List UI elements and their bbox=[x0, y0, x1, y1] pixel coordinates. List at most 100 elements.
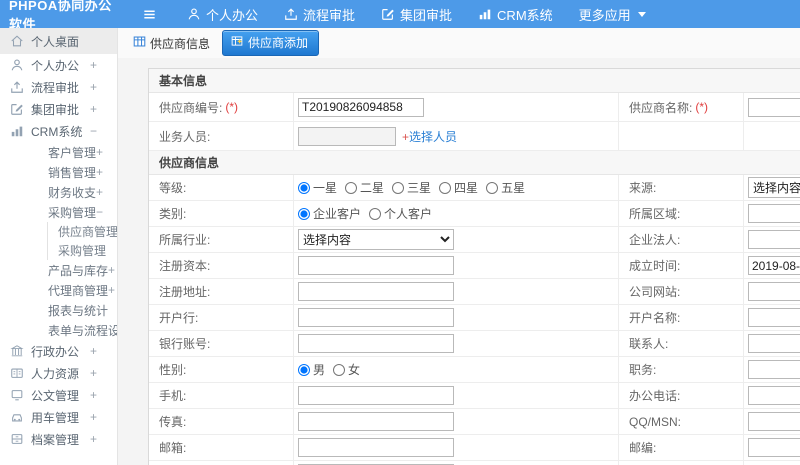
choose-person-link[interactable]: +选择人员 bbox=[402, 128, 457, 145]
sidebar-item-purchase-mgmt[interactable]: 采购管理 bbox=[47, 241, 117, 260]
topnav-label: 流程审批 bbox=[303, 7, 356, 23]
founded-date-input[interactable] bbox=[748, 256, 800, 275]
field-label: 类别: bbox=[149, 201, 294, 226]
category-radio-option[interactable]: 企业客户 bbox=[298, 205, 361, 222]
sidebar-item-procurement-mgmt[interactable]: 采购管理 − bbox=[0, 202, 117, 222]
sidebar-item-supplier-mgmt[interactable]: 供应商管理 bbox=[47, 222, 117, 241]
source-select[interactable]: 选择内容 bbox=[748, 177, 800, 198]
tab-supplier-info[interactable]: 供应商信息 bbox=[133, 35, 210, 52]
gender-radio-option[interactable]: 女 bbox=[333, 361, 360, 378]
registered-address-input[interactable] bbox=[298, 282, 454, 301]
field-label: 邮箱: bbox=[149, 435, 294, 460]
expand-plus-icon[interactable]: + bbox=[90, 344, 97, 358]
supplier-name-input[interactable] bbox=[748, 97, 800, 117]
sidebar-item-form-workflow-settings[interactable]: 表单与流程设置 + bbox=[0, 320, 117, 340]
supplier-add-form: 基本信息 供应商编号: (*) 供应商名称: (*) bbox=[148, 68, 800, 465]
person-icon bbox=[187, 7, 201, 21]
sidebar-item-personal-desktop[interactable]: 个人桌面 bbox=[0, 28, 117, 54]
zip-input[interactable] bbox=[748, 438, 800, 457]
topnav-label: CRM系统 bbox=[497, 7, 553, 23]
field-label: 性别: bbox=[149, 357, 294, 382]
upload-icon bbox=[284, 7, 298, 21]
office-phone-input[interactable] bbox=[748, 386, 800, 405]
bank-account-input[interactable] bbox=[298, 334, 454, 353]
form-row: 等级: 一星 二星 三星 四星 五星 来源: 选择内容 bbox=[149, 175, 800, 201]
field-label: 所属行业: bbox=[149, 227, 294, 252]
email-input[interactable] bbox=[298, 438, 454, 457]
category-radio-group: 企业客户 个人客户 bbox=[298, 205, 440, 222]
topnav-group-approval[interactable]: 集团审批 bbox=[381, 5, 452, 24]
legal-person-input[interactable] bbox=[748, 230, 800, 249]
topnav-more-apps[interactable]: 更多应用 bbox=[579, 5, 646, 24]
expand-plus-icon[interactable]: + bbox=[108, 283, 115, 297]
menu-toggle-icon[interactable] bbox=[142, 7, 157, 22]
grade-radio-option[interactable]: 四星 bbox=[439, 179, 478, 196]
grade-radio-option[interactable]: 二星 bbox=[345, 179, 384, 196]
collapse-minus-icon[interactable]: − bbox=[90, 124, 97, 138]
region-input[interactable] bbox=[748, 204, 800, 223]
field-label: 企业法人: bbox=[619, 227, 744, 252]
position-input[interactable] bbox=[748, 360, 800, 379]
mobile-input[interactable] bbox=[298, 386, 454, 405]
bank-branch-input[interactable] bbox=[298, 308, 454, 327]
expand-plus-icon[interactable]: + bbox=[90, 102, 97, 116]
fax-input[interactable] bbox=[298, 412, 454, 431]
expand-plus-icon[interactable]: + bbox=[90, 366, 97, 380]
field-label: 成立时间: bbox=[619, 253, 744, 278]
registered-capital-input[interactable] bbox=[298, 256, 454, 275]
required-marker: (*) bbox=[695, 100, 709, 114]
expand-plus-icon[interactable]: + bbox=[90, 80, 97, 94]
supplier-no-input[interactable] bbox=[298, 97, 424, 117]
topnav-crm-system[interactable]: CRM系统 bbox=[478, 5, 553, 24]
contact-input[interactable] bbox=[748, 334, 800, 353]
bar-chart-icon bbox=[478, 7, 492, 21]
expand-plus-icon[interactable]: + bbox=[90, 58, 97, 72]
field-label: 所属区域: bbox=[619, 201, 744, 226]
topnav-workflow-approval[interactable]: 流程审批 bbox=[284, 5, 355, 24]
topnav-label: 个人办公 bbox=[206, 7, 259, 23]
sidebar-item-finance[interactable]: 财务收支 + bbox=[0, 182, 117, 202]
sidebar-item-vehicle-mgmt[interactable]: 用车管理 + bbox=[0, 406, 117, 428]
expand-plus-icon[interactable]: + bbox=[108, 263, 115, 277]
topnav-label: 更多应用 bbox=[578, 7, 631, 23]
business-person-input[interactable] bbox=[298, 126, 396, 146]
gender-radio-option[interactable]: 男 bbox=[298, 361, 325, 378]
sidebar-item-document-mgmt[interactable]: 公文管理 + bbox=[0, 384, 117, 406]
website-input[interactable] bbox=[748, 282, 800, 301]
account-name-input[interactable] bbox=[748, 308, 800, 327]
sidebar-item-product-inventory[interactable]: 产品与库存 + bbox=[0, 260, 117, 280]
sidebar-item-agent-mgmt[interactable]: 代理商管理 + bbox=[0, 280, 117, 300]
expand-plus-icon[interactable]: + bbox=[90, 432, 97, 446]
form-row: 地址: bbox=[149, 461, 800, 465]
sidebar-item-reports-stats[interactable]: 报表与统计 bbox=[0, 300, 117, 320]
expand-plus-icon[interactable]: + bbox=[96, 145, 103, 159]
caret-down-icon bbox=[637, 11, 646, 17]
grade-radio-option[interactable]: 一星 bbox=[298, 179, 337, 196]
sidebar-item-customer-mgmt[interactable]: 客户管理 + bbox=[0, 142, 117, 162]
industry-select[interactable]: 选择内容 bbox=[298, 229, 454, 250]
sidebar-item-sales-mgmt[interactable]: 销售管理 + bbox=[0, 162, 117, 182]
form-row: 所属行业: 选择内容 企业法人: bbox=[149, 227, 800, 253]
expand-plus-icon[interactable]: + bbox=[96, 165, 103, 179]
field-label: 办公电话: bbox=[619, 383, 744, 408]
sidebar-item-crm-system[interactable]: CRM系统 − bbox=[0, 120, 117, 142]
grade-radio-option[interactable]: 五星 bbox=[486, 179, 525, 196]
sidebar-item-personal-office[interactable]: 个人办公 + bbox=[0, 54, 117, 76]
category-radio-option[interactable]: 个人客户 bbox=[369, 205, 432, 222]
required-marker: (*) bbox=[225, 100, 239, 114]
expand-plus-icon[interactable]: + bbox=[96, 185, 103, 199]
sidebar-item-archive-mgmt[interactable]: 档案管理 + bbox=[0, 428, 117, 450]
qq-msn-input[interactable] bbox=[748, 412, 800, 431]
sidebar-item-admin-office[interactable]: 行政办公 + bbox=[0, 340, 117, 362]
sidebar-item-workflow-approval[interactable]: 流程审批 + bbox=[0, 76, 117, 98]
sidebar-item-group-approval[interactable]: 集团审批 + bbox=[0, 98, 117, 120]
field-label: 职务: bbox=[619, 357, 744, 382]
form-row: 邮箱: 邮编: bbox=[149, 435, 800, 461]
expand-plus-icon[interactable]: + bbox=[90, 388, 97, 402]
collapse-minus-icon[interactable]: − bbox=[96, 205, 103, 219]
tab-supplier-add[interactable]: 供应商添加 bbox=[222, 30, 320, 56]
sidebar-item-human-resources[interactable]: 人力资源 + bbox=[0, 362, 117, 384]
expand-plus-icon[interactable]: + bbox=[90, 410, 97, 424]
topnav-personal-office[interactable]: 个人办公 bbox=[187, 5, 258, 24]
grade-radio-option[interactable]: 三星 bbox=[392, 179, 431, 196]
